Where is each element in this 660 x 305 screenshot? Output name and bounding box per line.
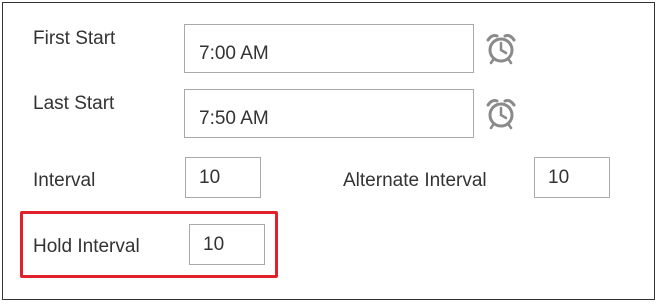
first-start-input[interactable] — [184, 24, 474, 73]
alarm-clock-icon[interactable] — [484, 96, 518, 130]
alternate-interval-input[interactable] — [534, 157, 610, 198]
last-start-label: Last Start — [33, 93, 115, 114]
alarm-clock-icon[interactable] — [484, 31, 518, 65]
hold-interval-label: Hold Interval — [33, 236, 140, 257]
alternate-interval-label: Alternate Interval — [343, 170, 487, 191]
interval-input[interactable] — [185, 157, 261, 198]
schedule-panel: First Start Last Start Interval Alternat… — [2, 2, 655, 300]
last-start-input[interactable] — [184, 89, 474, 138]
interval-label: Interval — [33, 170, 96, 191]
hold-interval-input[interactable] — [189, 224, 265, 265]
first-start-label: First Start — [33, 28, 116, 49]
